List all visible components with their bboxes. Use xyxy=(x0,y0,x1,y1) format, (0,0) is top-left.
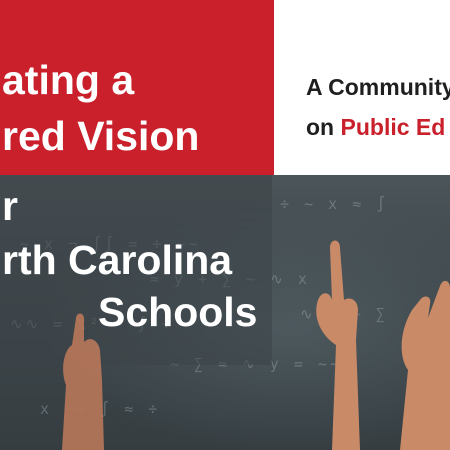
right-hand xyxy=(400,280,450,450)
title-line-2: red Vision xyxy=(2,113,200,159)
title-line-1: ating a xyxy=(2,57,135,103)
title-line-4: rth Carolina xyxy=(2,237,233,283)
title-line-5: Schools xyxy=(98,289,258,335)
subtitle-prefix: on xyxy=(306,114,341,140)
cover-page: ~ x ¬ ∫∫ = ÷ ~~ ≈ y + ∑ ~ ∿ x ∿∿ = x² ~ … xyxy=(0,0,450,450)
subtitle-accent: Public Ed xyxy=(340,114,446,140)
subtitle-line-2: on Public Ed xyxy=(306,116,445,139)
subtitle-line-1: A Community xyxy=(306,74,450,100)
title-line-3: r xyxy=(2,183,18,229)
center-hand xyxy=(316,240,360,450)
